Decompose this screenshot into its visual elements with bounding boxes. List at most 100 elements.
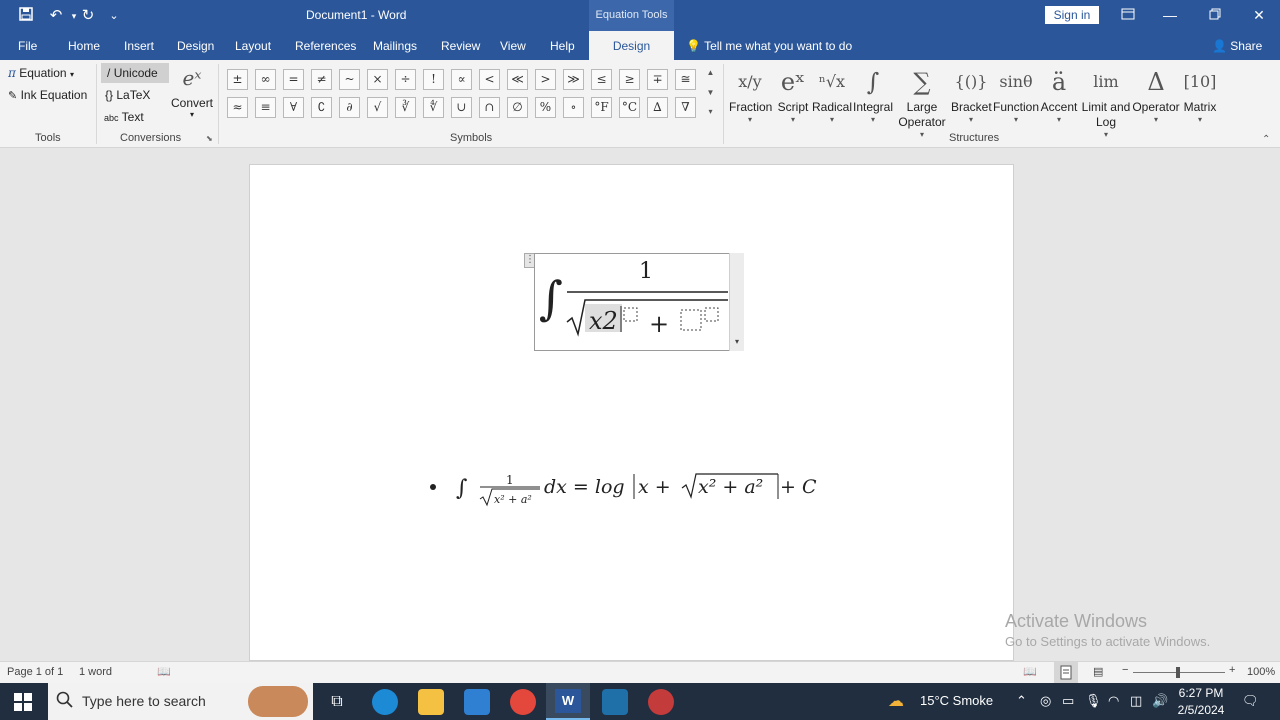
structure-bracket-button[interactable]: {()} Bracket ▾	[951, 64, 992, 125]
tell-me-search[interactable]: 💡 Tell me what you want to do	[686, 39, 852, 53]
ink-equation-button[interactable]: ✎ Ink Equation	[8, 88, 87, 102]
app-icon[interactable]	[602, 689, 628, 715]
structure-integral-button[interactable]: ∫ Integral ▾	[851, 64, 895, 125]
minimize-icon[interactable]: —	[1158, 6, 1182, 24]
sign-in-button[interactable]: Sign in	[1045, 6, 1099, 24]
tab-mailings[interactable]: Mailings	[373, 39, 417, 53]
undo-icon[interactable]: ↶	[46, 6, 66, 26]
equation-editor-box[interactable]: ∫ 1 x2 +	[534, 253, 744, 351]
symbol-button[interactable]: ∁	[311, 97, 332, 118]
tab-equation-design[interactable]: Design	[589, 31, 674, 60]
speaker-icon[interactable]: 🔊	[1152, 693, 1168, 709]
edge-icon[interactable]	[372, 689, 398, 715]
word-taskbar-button[interactable]: W	[546, 683, 590, 720]
symbol-button[interactable]: ∇	[675, 97, 696, 118]
equation-options-dropdown[interactable]: ▾	[729, 253, 744, 351]
structure-radical-button[interactable]: ⁿ√x Radical ▾	[812, 64, 852, 125]
symbol-button[interactable]: ∀	[283, 97, 304, 118]
unicode-option[interactable]: / Unicode	[101, 63, 169, 83]
close-icon[interactable]: ✕	[1247, 6, 1271, 24]
symbol-button[interactable]: ∞	[255, 69, 276, 90]
structure-limit-and-log-button[interactable]: lim Limit and Log ▾	[1080, 64, 1132, 140]
symbol-button[interactable]: °F	[591, 97, 612, 118]
tab-review[interactable]: Review	[441, 39, 480, 53]
notifications-icon[interactable]: 🗨	[1242, 693, 1259, 709]
symbol-button[interactable]: >	[535, 69, 556, 90]
file-explorer-icon[interactable]	[418, 689, 444, 715]
tab-view[interactable]: View	[500, 39, 526, 53]
wifi-icon[interactable]: ◠	[1108, 693, 1119, 709]
structure-large-operator-button[interactable]: ∑ Large Operator ▾	[896, 64, 948, 140]
microphone-icon[interactable]: 🎙	[1085, 693, 1102, 709]
redo-icon[interactable]: ↻	[78, 6, 98, 26]
document-page[interactable]	[249, 164, 1014, 661]
text-option[interactable]: abc Text	[104, 110, 144, 124]
superscript-placeholder[interactable]	[704, 307, 719, 322]
symbol-button[interactable]: ≡	[255, 97, 276, 118]
symbol-button[interactable]: !	[423, 69, 444, 90]
tab-references[interactable]: References	[295, 39, 356, 53]
proofing-icon[interactable]: 📖	[157, 665, 171, 678]
zoom-in-icon[interactable]: +	[1229, 664, 1235, 676]
symbols-scroll-up-icon[interactable]: ▲	[704, 68, 717, 77]
structure-script-button[interactable]: eˣ Script ▾	[774, 64, 812, 125]
symbol-button[interactable]: ∛	[395, 97, 416, 118]
superscript-placeholder[interactable]	[623, 307, 638, 322]
save-icon[interactable]	[16, 6, 36, 26]
symbol-button[interactable]: ≫	[563, 69, 584, 90]
structure-matrix-button[interactable]: [10] Matrix ▾	[1181, 64, 1219, 125]
show-hidden-icons-icon[interactable]: ⌃	[1016, 693, 1027, 709]
symbol-button[interactable]: ∆	[647, 97, 668, 118]
symbol-button[interactable]: %	[535, 97, 556, 118]
battery-icon[interactable]: ▭	[1062, 693, 1074, 709]
latex-option[interactable]: {} LaTeX	[105, 88, 150, 102]
page-count[interactable]: Page 1 of 1	[7, 666, 63, 678]
web-layout-icon[interactable]: ▤	[1093, 665, 1103, 678]
symbol-button[interactable]: ∘	[563, 97, 584, 118]
clock-date[interactable]: 2/5/2024	[1175, 703, 1227, 717]
symbols-scroll-down-icon[interactable]: ▼	[704, 88, 717, 97]
structure-fraction-button[interactable]: x/y Fraction ▾	[729, 64, 772, 125]
customize-quick-access-icon[interactable]: ⌄	[104, 6, 124, 26]
share-button[interactable]: 👤 Share	[1212, 39, 1262, 53]
camera-icon[interactable]: ◫	[1130, 693, 1142, 709]
zoom-out-icon[interactable]: −	[1122, 664, 1128, 676]
microsoft-store-icon[interactable]	[464, 689, 490, 715]
symbol-button[interactable]: ÷	[395, 69, 416, 90]
tab-home[interactable]: Home	[68, 39, 100, 53]
equation-button[interactable]: π Equation ▾	[8, 66, 74, 80]
read-mode-icon[interactable]: 📖	[1023, 665, 1037, 678]
collapse-ribbon-icon[interactable]: ⌃	[1262, 134, 1270, 145]
symbol-button[interactable]: ∩	[479, 97, 500, 118]
tab-help[interactable]: Help	[550, 39, 575, 53]
tab-design[interactable]: Design	[177, 39, 214, 53]
convert-button[interactable]: eˣ Convert ▾	[171, 64, 213, 119]
tab-file[interactable]: File	[18, 39, 37, 53]
symbols-more-icon[interactable]: ▾	[704, 107, 717, 116]
weather-icon[interactable]: ☁	[888, 691, 904, 711]
structure-accent-button[interactable]: ä Accent ▾	[1040, 64, 1078, 125]
restore-icon[interactable]	[1203, 6, 1227, 24]
print-layout-icon[interactable]	[1054, 662, 1078, 683]
symbol-button[interactable]: ×	[367, 69, 388, 90]
taskbar-search-input[interactable]: Type here to search	[48, 683, 313, 720]
symbol-button[interactable]: ∜	[423, 97, 444, 118]
structure-operator-button[interactable]: Δ Operator ▾	[1131, 64, 1181, 125]
chrome-icon[interactable]	[510, 689, 536, 715]
structure-function-button[interactable]: sinθ Function ▾	[992, 64, 1040, 125]
screen-recorder-icon[interactable]	[648, 689, 674, 715]
symbol-button[interactable]: ∝	[451, 69, 472, 90]
dialog-launcher-icon[interactable]: ⬊	[206, 134, 213, 143]
base-placeholder[interactable]	[680, 309, 702, 331]
symbol-button[interactable]: ±	[227, 69, 248, 90]
windows-start-icon[interactable]	[14, 693, 32, 714]
symbol-button[interactable]: ∓	[647, 69, 668, 90]
symbol-button[interactable]: √	[367, 97, 388, 118]
symbol-button[interactable]: °C	[619, 97, 640, 118]
clock-time[interactable]: 6:27 PM	[1178, 686, 1224, 700]
meet-now-icon[interactable]: ◎	[1040, 693, 1051, 709]
task-view-icon[interactable]: ⧉	[324, 689, 350, 715]
symbol-button[interactable]: ≠	[311, 69, 332, 90]
tab-insert[interactable]: Insert	[124, 39, 154, 53]
word-count[interactable]: 1 word	[79, 666, 112, 678]
